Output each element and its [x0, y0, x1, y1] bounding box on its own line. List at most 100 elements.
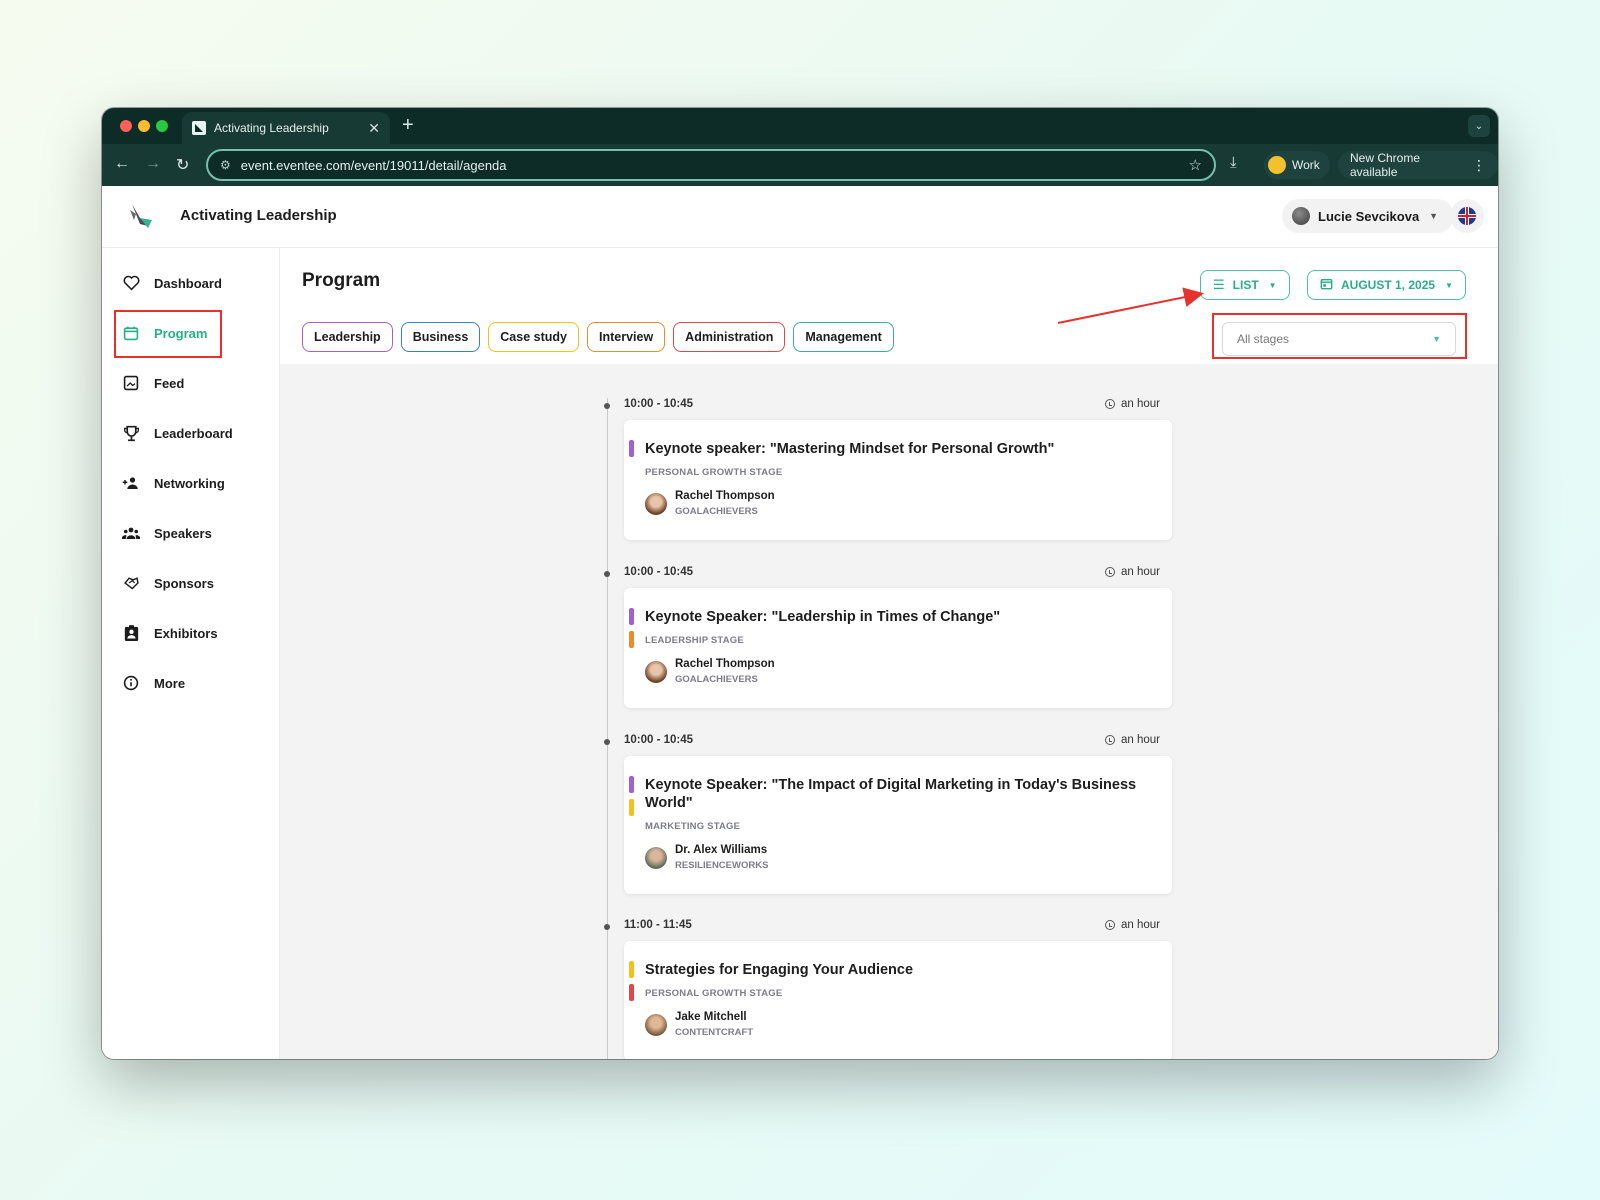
view-mode-button[interactable]: ☰ LIST ▼ — [1200, 270, 1290, 300]
sidebar-item-speakers[interactable]: Speakers — [122, 522, 212, 544]
speaker-name: Dr. Alex Williams — [675, 844, 768, 856]
url-text[interactable]: event.eventee.com/event/19011/detail/age… — [241, 158, 1189, 173]
session-duration: an hour — [1104, 566, 1160, 578]
uk-flag-icon — [1458, 207, 1476, 225]
sidebar: Dashboard Program Feed Leaderboard Netwo… — [102, 248, 280, 1059]
filter-chip-interview[interactable]: Interview — [586, 322, 666, 352]
session-time: 11:00 - 11:45 — [624, 919, 692, 931]
sidebar-item-more[interactable]: More — [122, 672, 185, 694]
tag-marker — [629, 608, 634, 625]
app-header: Activating Leadership Lucie Sevcikova ▼ — [102, 186, 1498, 248]
session-duration: an hour — [1104, 398, 1160, 410]
kebab-menu-icon[interactable]: ⋮ — [1472, 157, 1486, 174]
sidebar-item-label: Networking — [154, 475, 225, 491]
new-tab-icon[interactable]: + — [402, 114, 414, 137]
bookmark-star-icon[interactable]: ☆ — [1189, 156, 1202, 174]
sidebar-item-label: Sponsors — [154, 575, 214, 591]
session-time: 10:00 - 10:45 — [624, 398, 694, 410]
speaker-company: GOALACHIEVERS — [675, 674, 758, 685]
browser-window: Activating Leadership ✕ + ⌄ ← → ↻ ⚙ even… — [102, 108, 1498, 1059]
timeline-dot — [604, 924, 610, 930]
filter-chip-case-study[interactable]: Case study — [488, 322, 579, 352]
avatar — [645, 660, 667, 683]
session-title: Keynote speaker: "Mastering Mindset for … — [645, 441, 1055, 457]
annotation-highlight-stage-filter — [1212, 313, 1467, 359]
filter-chip-business[interactable]: Business — [400, 322, 481, 352]
session-title: Keynote Speaker: "Leadership in Times of… — [645, 609, 1001, 625]
clock-icon — [1104, 567, 1115, 577]
back-icon[interactable]: ← — [114, 155, 130, 173]
event-title: Activating Leadership — [180, 207, 337, 224]
session-card[interactable]: Strategies for Engaging Your Audience PE… — [624, 941, 1172, 1059]
sidebar-item-feed[interactable]: Feed — [122, 372, 184, 394]
browser-toolbar: ← → ↻ ⚙ event.eventee.com/event/19011/de… — [102, 144, 1498, 186]
address-bar[interactable]: ⚙ event.eventee.com/event/19011/detail/a… — [206, 149, 1216, 181]
avatar — [645, 846, 667, 869]
clock-icon — [1104, 735, 1115, 745]
badge-icon — [122, 624, 140, 642]
tab-search-icon[interactable]: ⌄ — [1468, 115, 1490, 137]
user-name: Lucie Sevcikova — [1318, 208, 1420, 224]
reload-icon[interactable]: ↻ — [176, 155, 189, 175]
page-title: Program — [302, 270, 381, 291]
duration-label: an hour — [1120, 919, 1160, 931]
tag-markers — [629, 961, 634, 1001]
tag-marker — [629, 961, 634, 978]
sidebar-item-sponsors[interactable]: Sponsors — [122, 572, 214, 594]
filter-chip-management[interactable]: Management — [793, 322, 894, 352]
close-tab-icon[interactable]: ✕ — [368, 120, 380, 137]
sidebar-item-networking[interactable]: Networking — [122, 472, 225, 494]
category-filters: Leadership Business Case study Interview… — [302, 322, 894, 352]
speaker[interactable]: Jake Mitchell CONTENTCRAFT — [645, 1011, 753, 1038]
clock-icon — [1104, 399, 1115, 409]
image-icon — [122, 374, 140, 392]
session-card[interactable]: Keynote speaker: "Mastering Mindset for … — [624, 420, 1172, 540]
session-card[interactable]: Keynote Speaker: "Leadership in Times of… — [624, 588, 1172, 708]
eventee-logo-icon[interactable] — [126, 200, 158, 232]
group-icon — [122, 524, 140, 542]
tag-marker — [629, 776, 634, 793]
info-icon — [122, 674, 140, 692]
tab-title: Activating Leadership — [214, 121, 329, 135]
forward-icon[interactable]: → — [145, 155, 161, 173]
download-icon[interactable]: ⤓ — [1230, 154, 1237, 171]
program-header: Program ☰ LIST ▼ AUGUST 1, 2025 ▼ Leader… — [280, 248, 1498, 364]
date-picker-button[interactable]: AUGUST 1, 2025 ▼ — [1307, 270, 1466, 300]
site-info-icon[interactable]: ⚙ — [220, 158, 231, 172]
speaker[interactable]: Dr. Alex Williams RESILIENCEWORKS — [645, 844, 768, 871]
profile-button[interactable]: Work — [1264, 151, 1330, 179]
chrome-update-button[interactable]: New Chrome available ⋮ — [1338, 151, 1498, 179]
sidebar-item-label: Dashboard — [154, 275, 222, 291]
session-duration: an hour — [1104, 734, 1160, 746]
maximize-window-button[interactable] — [156, 120, 168, 132]
speaker[interactable]: Rachel Thompson GOALACHIEVERS — [645, 658, 775, 685]
minimize-window-button[interactable] — [138, 120, 150, 132]
profile-label: Work — [1292, 158, 1320, 172]
trophy-icon — [122, 424, 140, 442]
browser-tab[interactable]: Activating Leadership ✕ — [182, 112, 390, 144]
heart-icon — [122, 274, 140, 292]
tag-markers — [629, 776, 634, 816]
speaker[interactable]: Rachel Thompson GOALACHIEVERS — [645, 490, 775, 517]
sidebar-item-label: Feed — [154, 375, 185, 391]
sidebar-item-dashboard[interactable]: Dashboard — [122, 272, 222, 294]
timeline-dot — [604, 403, 610, 409]
language-button[interactable] — [1450, 199, 1484, 233]
tab-bar: Activating Leadership ✕ + ⌄ — [102, 108, 1498, 144]
session-slot: 10:00 - 10:45 an hour Keynote Speaker: "… — [604, 566, 1172, 716]
sidebar-item-exhibitors[interactable]: Exhibitors — [122, 622, 218, 644]
duration-label: an hour — [1120, 734, 1160, 746]
filter-chip-administration[interactable]: Administration — [673, 322, 786, 352]
close-window-button[interactable] — [120, 120, 132, 132]
session-card[interactable]: Keynote Speaker: "The Impact of Digital … — [624, 756, 1172, 894]
user-menu-button[interactable]: Lucie Sevcikova ▼ — [1282, 199, 1455, 233]
tag-marker — [629, 440, 634, 457]
filter-chip-leadership[interactable]: Leadership — [302, 322, 393, 352]
session-time: 10:00 - 10:45 — [624, 734, 694, 746]
calendar-icon — [1320, 277, 1333, 293]
chevron-down-icon: ▼ — [1268, 280, 1277, 290]
sidebar-item-leaderboard[interactable]: Leaderboard — [122, 422, 233, 444]
profile-avatar-icon — [1268, 156, 1286, 174]
speaker-name: Rachel Thompson — [675, 490, 775, 502]
timeline-dot — [604, 739, 610, 745]
